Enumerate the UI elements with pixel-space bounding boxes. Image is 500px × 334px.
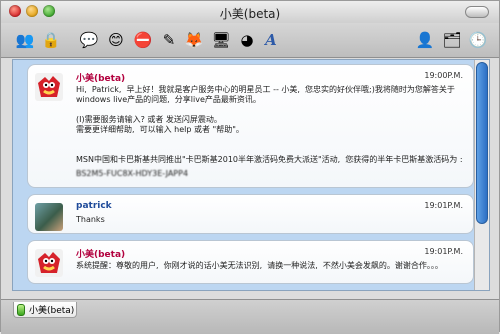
pen-icon[interactable]: ✎: [159, 30, 179, 50]
message-text: 系统提醒：尊敬的用户, 你刚才说的话小美无法识别, 请换一种说法, 不然小美会发…: [76, 261, 443, 270]
sender-name: patrick: [76, 201, 112, 211]
message-card: patrick 19:01P.M. Thanks: [27, 194, 474, 234]
avatar: [35, 73, 63, 101]
no-sign-icon[interactable]: ⛔: [133, 30, 153, 50]
toolbar: 👥 🔒 💬 😊 ⛔ ✎ 🦊 🖥 ◕ A 👤 🗂 🕒: [1, 23, 499, 58]
chat-transcript: 小美(beta) 19:00P.M. Hi, Patrick, 早上好！我就是客…: [12, 59, 490, 291]
text-a-icon[interactable]: A: [261, 30, 281, 50]
sender-name: 小美(beta): [76, 74, 126, 84]
red-monster-icon: [38, 76, 60, 97]
color-wheel-icon[interactable]: ◕: [237, 30, 257, 50]
message-text: Hi, Patrick, 早上好！我就是客户服务中心的明星员工 -- 小美, 您…: [76, 85, 463, 164]
chat-window: 小美(beta) 👥 🔒 💬 😊 ⛔ ✎ 🦊 🖥 ◕ A 👤 🗂 🕒 小美(be…: [0, 0, 500, 334]
card-icon[interactable]: 🗂: [442, 30, 462, 50]
conversation-tab[interactable]: 小美(beta): [13, 302, 77, 318]
message-text: Thanks: [76, 215, 105, 224]
message-card: 小美(beta) 19:00P.M. Hi, Patrick, 早上好！我就是客…: [27, 64, 474, 188]
sender-name: 小美(beta): [76, 250, 126, 260]
tab-bar: 小美(beta): [1, 299, 499, 334]
smiley-icon[interactable]: 😊: [106, 30, 126, 50]
user-status-icon[interactable]: 👤: [415, 30, 435, 50]
chat-bubble-icon[interactable]: 💬: [79, 30, 99, 50]
avatar: [35, 203, 63, 231]
title-bar: 小美(beta): [1, 1, 499, 23]
timestamp: 19:00P.M.: [424, 71, 463, 80]
red-monster-icon: [38, 252, 60, 273]
vertical-scrollbar[interactable]: [474, 60, 489, 290]
status-dot-icon: [17, 303, 25, 316]
people-icon[interactable]: 👥: [15, 30, 35, 50]
avatar: [35, 249, 63, 277]
blurred-code: BS2M5-FUC8X-HDY3E-JAPP4: [76, 169, 189, 178]
window-title: 小美(beta): [219, 7, 281, 21]
message-card: 小美(beta) 19:01P.M. 系统提醒：尊敬的用户, 你刚才说的话小美无…: [27, 240, 474, 284]
media-icon[interactable]: 🖥: [211, 30, 231, 50]
timestamp: 19:01P.M.: [424, 247, 463, 256]
clock-icon[interactable]: 🕒: [468, 30, 488, 50]
firefox-icon[interactable]: 🦊: [184, 30, 204, 50]
tab-label: 小美(beta): [29, 306, 75, 316]
lock-icon[interactable]: 🔒: [41, 30, 61, 50]
timestamp: 19:01P.M.: [424, 201, 463, 210]
scrollbar-thumb[interactable]: [476, 62, 488, 224]
toolbar-toggle-button[interactable]: [465, 6, 489, 18]
